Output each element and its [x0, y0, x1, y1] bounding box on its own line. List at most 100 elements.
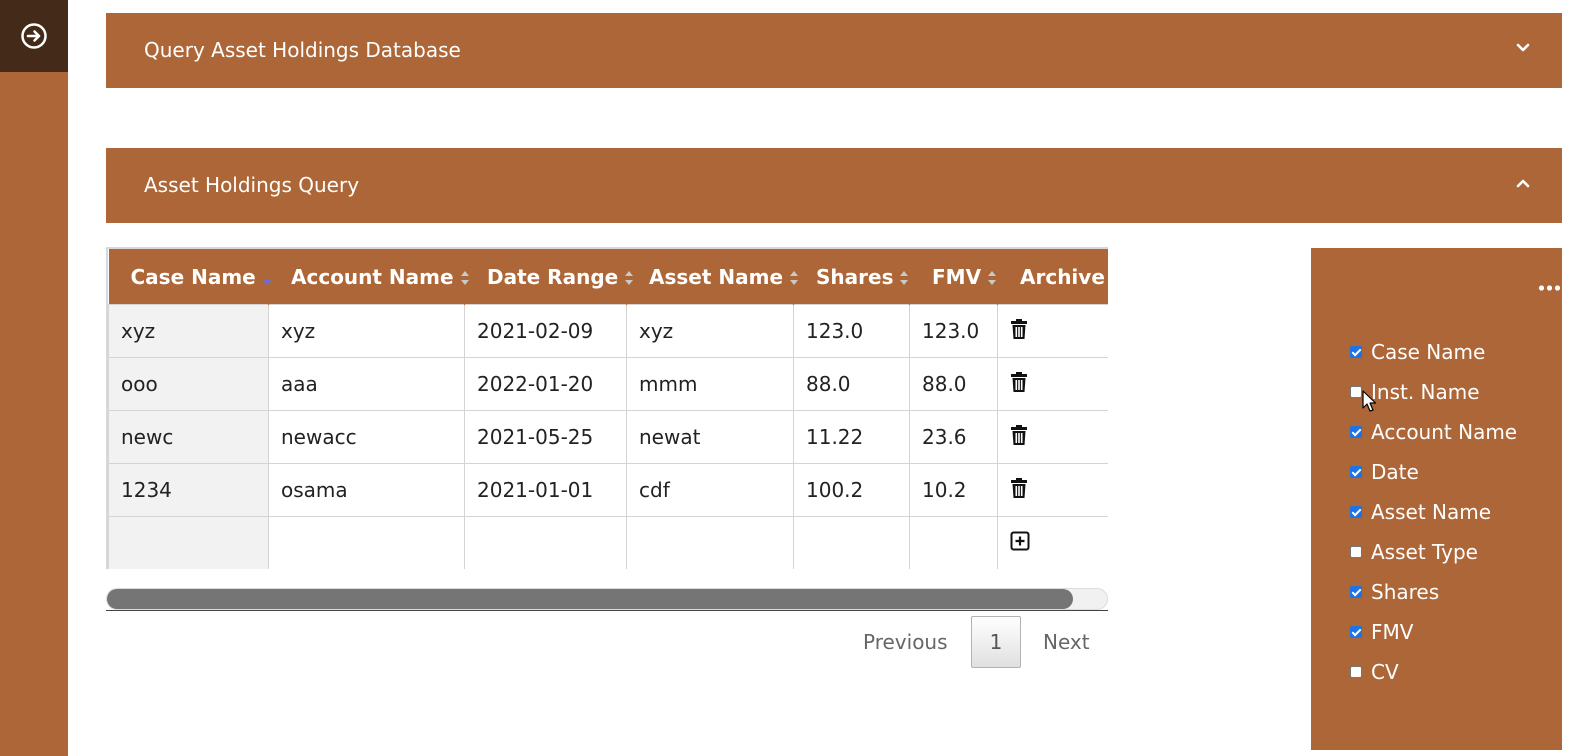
column-toggle-fmv[interactable]: FMV — [1350, 618, 1413, 646]
cell-account-name[interactable]: osama — [268, 463, 465, 517]
ellipsis-icon[interactable] — [1424, 284, 1592, 292]
column-toggle-label: Date — [1371, 460, 1419, 484]
next-page-button[interactable]: Next — [1043, 616, 1090, 668]
table-row: 1234 osama 2021-01-01 cdf 100.2 10.2 — [108, 463, 1108, 517]
cell-shares[interactable]: 123.0 — [793, 304, 910, 358]
column-toggle-label: Case Name — [1371, 340, 1486, 364]
cell-date[interactable]: 2022-01-20 — [464, 357, 627, 411]
column-header-label: Shares — [816, 264, 894, 289]
column-header-label: Asset Name — [649, 264, 784, 289]
checkbox[interactable] — [1350, 426, 1362, 438]
checkbox[interactable] — [1350, 666, 1362, 678]
table-row: newc newacc 2021-05-25 newat 11.22 23.6 — [108, 410, 1108, 464]
sort-icon — [625, 271, 634, 285]
cell-case-name[interactable]: ooo — [108, 357, 269, 411]
new-cell-case-name[interactable] — [108, 516, 269, 569]
holdings-query-panel-header[interactable]: Asset Holdings Query — [106, 148, 1562, 223]
cell-case-name[interactable]: xyz — [108, 304, 269, 358]
cell-case-name[interactable]: newc — [108, 410, 269, 464]
column-header-label: Archive — [1020, 264, 1105, 289]
new-cell-date[interactable] — [464, 516, 627, 569]
cell-archive — [997, 463, 1108, 517]
column-toggle-label: FMV — [1371, 620, 1414, 644]
trash-icon[interactable] — [1010, 424, 1028, 446]
cell-shares[interactable]: 88.0 — [793, 357, 910, 411]
sidebar — [0, 0, 68, 756]
column-header-label: Date Range — [487, 264, 619, 289]
cell-date[interactable]: 2021-01-01 — [464, 463, 627, 517]
cell-fmv[interactable]: 88.0 — [909, 357, 998, 411]
plus-square-icon[interactable] — [1010, 531, 1030, 551]
chevron-up-icon[interactable] — [1514, 174, 1532, 192]
new-cell-asset-name[interactable] — [626, 516, 794, 569]
chevron-down-icon[interactable] — [1514, 39, 1532, 57]
trash-icon[interactable] — [1010, 477, 1028, 499]
previous-page-button[interactable]: Previous — [863, 616, 948, 668]
column-toggle-asset-name[interactable]: Asset Name — [1350, 498, 1491, 526]
cell-asset-name[interactable]: newat — [626, 410, 794, 464]
mouse-cursor-icon — [1362, 390, 1377, 412]
cell-shares[interactable]: 100.2 — [793, 463, 910, 517]
cell-case-name[interactable]: 1234 — [108, 463, 269, 517]
table-bottom-rule — [106, 610, 1108, 611]
column-toggle-asset-type[interactable]: Asset Type — [1350, 538, 1478, 566]
table-row: ooo aaa 2022-01-20 mmm 88.0 88.0 — [108, 357, 1108, 411]
cell-date[interactable]: 2021-02-09 — [464, 304, 627, 358]
column-toggle-case-name[interactable]: Case Name — [1350, 338, 1485, 366]
column-header-shares[interactable]: Shares — [793, 249, 910, 305]
cell-date[interactable]: 2021-05-25 — [464, 410, 627, 464]
sort-desc-icon — [262, 271, 271, 285]
panel-title: Query Asset Holdings Database — [144, 38, 461, 62]
cell-fmv[interactable]: 10.2 — [909, 463, 998, 517]
checkbox[interactable] — [1350, 626, 1362, 638]
column-toggle-label: Asset Name — [1371, 500, 1492, 524]
cell-fmv[interactable]: 23.6 — [909, 410, 998, 464]
cell-fmv[interactable]: 123.0 — [909, 304, 998, 358]
checkbox[interactable] — [1350, 466, 1362, 478]
new-cell-fmv[interactable] — [909, 516, 998, 569]
checkbox[interactable] — [1350, 506, 1362, 518]
cell-shares[interactable]: 11.22 — [793, 410, 910, 464]
cell-account-name[interactable]: aaa — [268, 357, 465, 411]
cell-archive — [997, 410, 1108, 464]
cell-account-name[interactable]: xyz — [268, 304, 465, 358]
column-header-archive: Archive — [997, 249, 1108, 305]
sort-icon — [900, 271, 909, 285]
column-toggle-cv[interactable]: CV — [1350, 658, 1399, 686]
column-header-account-name[interactable]: Account Name — [268, 249, 469, 305]
column-header-date-range[interactable]: Date Range — [464, 249, 634, 305]
column-header-case-name[interactable]: Case Name — [108, 249, 271, 305]
checkbox[interactable] — [1350, 346, 1362, 358]
page-1-button[interactable]: 1 — [971, 616, 1021, 668]
sort-icon — [988, 271, 997, 285]
column-toggle-label: Asset Type — [1371, 540, 1478, 564]
arrow-circle-right-icon — [21, 23, 47, 49]
checkbox[interactable] — [1350, 546, 1362, 558]
column-toggle-label: CV — [1371, 660, 1399, 684]
column-header-label: Case Name — [130, 264, 256, 289]
cell-account-name[interactable]: newacc — [268, 410, 465, 464]
column-toggle-date[interactable]: Date — [1350, 458, 1419, 486]
column-toggle-label: Account Name — [1371, 420, 1518, 444]
holdings-table: Case Name Account Name Date Range Asset … — [106, 247, 1108, 569]
new-cell-shares[interactable] — [793, 516, 910, 569]
column-header-asset-name[interactable]: Asset Name — [626, 249, 799, 305]
cell-asset-name[interactable]: xyz — [626, 304, 794, 358]
cell-archive — [997, 357, 1108, 411]
column-toggle-account-name[interactable]: Account Name — [1350, 418, 1517, 446]
sidebar-toggle-button[interactable] — [0, 0, 68, 72]
checkbox[interactable] — [1350, 386, 1362, 398]
horizontal-scrollbar[interactable] — [106, 588, 1108, 610]
trash-icon[interactable] — [1010, 318, 1028, 340]
cell-asset-name[interactable]: cdf — [626, 463, 794, 517]
checkbox[interactable] — [1350, 586, 1362, 598]
scrollbar-thumb[interactable] — [107, 589, 1073, 609]
new-cell-account-name[interactable] — [268, 516, 465, 569]
column-toggle-label: Shares — [1371, 580, 1440, 604]
column-toggle-shares[interactable]: Shares — [1350, 578, 1439, 606]
column-header-label: FMV — [932, 264, 982, 289]
query-database-panel-header[interactable]: Query Asset Holdings Database — [106, 13, 1562, 88]
cell-asset-name[interactable]: mmm — [626, 357, 794, 411]
column-header-fmv[interactable]: FMV — [909, 249, 998, 305]
trash-icon[interactable] — [1010, 371, 1028, 393]
